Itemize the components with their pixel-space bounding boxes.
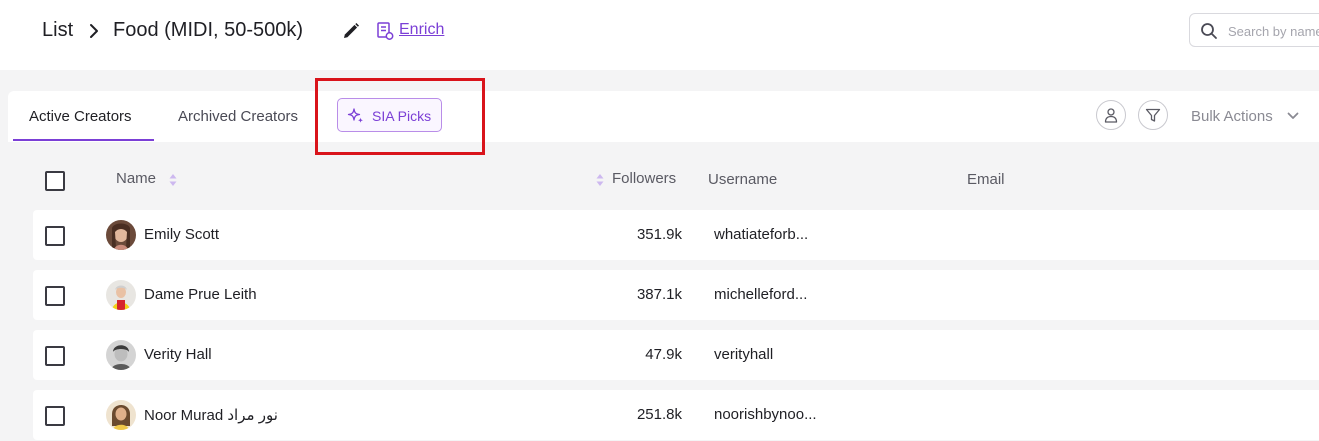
select-all-checkbox[interactable]: [45, 171, 65, 191]
creator-name[interactable]: Verity Hall: [144, 346, 212, 363]
active-tab-indicator: [13, 139, 154, 141]
creator-filter-button[interactable]: [1096, 100, 1126, 130]
column-header-name[interactable]: Name: [116, 170, 156, 187]
followers-count: 351.9k: [636, 226, 682, 243]
column-header-username[interactable]: Username: [708, 171, 777, 188]
table-header: Name Followers Username Email: [0, 160, 1319, 200]
filter-icon: [1145, 108, 1161, 122]
filter-button[interactable]: [1138, 100, 1168, 130]
page-title: Food (MIDI, 50-500k): [113, 19, 304, 41]
followers-count: 47.9k: [645, 346, 682, 363]
table-row[interactable]: Emily Scott 351.9k whatiateforb...: [33, 210, 1319, 260]
row-checkbox[interactable]: [45, 286, 65, 306]
table-row[interactable]: Dame Prue Leith 387.1k michelleford...: [33, 270, 1319, 320]
table-row[interactable]: Verity Hall 47.9k verityhall: [33, 330, 1319, 380]
table-row[interactable]: Noor Murad نور مراد 251.8k noorishbynoo.…: [33, 390, 1319, 440]
avatar: [106, 400, 136, 430]
avatar: [106, 340, 136, 370]
tab-active-creators[interactable]: Active Creators: [29, 108, 132, 125]
search-box[interactable]: [1189, 13, 1319, 47]
username: verityhall: [714, 346, 774, 363]
sort-icon[interactable]: [169, 173, 177, 187]
user-icon: [1104, 108, 1118, 123]
avatar: [106, 280, 136, 310]
column-header-followers[interactable]: Followers: [612, 170, 676, 187]
page-header: List Food (MIDI, 50-500k) Enrich: [0, 0, 1319, 70]
row-checkbox[interactable]: [45, 346, 65, 366]
sia-picks-label: SIA Picks: [372, 108, 432, 124]
search-input[interactable]: [1226, 20, 1319, 42]
search-icon: [1201, 23, 1217, 39]
sparkle-icon: [347, 108, 364, 123]
sort-icon[interactable]: [596, 173, 604, 187]
tabs-bar: Active Creators Archived Creators SIA Pi…: [8, 91, 1319, 142]
row-checkbox[interactable]: [45, 406, 65, 426]
chevron-down-icon[interactable]: [1287, 111, 1299, 121]
tab-sia-picks[interactable]: SIA Picks: [337, 98, 442, 132]
username: noorishbynoo...: [714, 406, 817, 423]
creator-name[interactable]: Noor Murad نور مراد: [144, 406, 278, 424]
column-header-email[interactable]: Email: [967, 171, 1005, 188]
breadcrumb-list-link[interactable]: List: [42, 19, 73, 42]
tab-archived-creators[interactable]: Archived Creators: [178, 108, 298, 125]
avatar: [106, 220, 136, 250]
creator-name[interactable]: Dame Prue Leith: [144, 286, 257, 303]
chevron-right-icon: [90, 24, 98, 38]
enrich-icon[interactable]: [376, 21, 394, 41]
row-checkbox[interactable]: [45, 226, 65, 246]
username: michelleford...: [714, 286, 808, 303]
bulk-actions-dropdown[interactable]: Bulk Actions: [1191, 108, 1273, 125]
enrich-link[interactable]: Enrich: [399, 21, 444, 39]
pencil-icon[interactable]: [341, 21, 361, 41]
creator-name[interactable]: Emily Scott: [144, 226, 219, 243]
followers-count: 251.8k: [636, 406, 682, 423]
followers-count: 387.1k: [636, 286, 682, 303]
username: whatiateforb...: [714, 226, 809, 243]
